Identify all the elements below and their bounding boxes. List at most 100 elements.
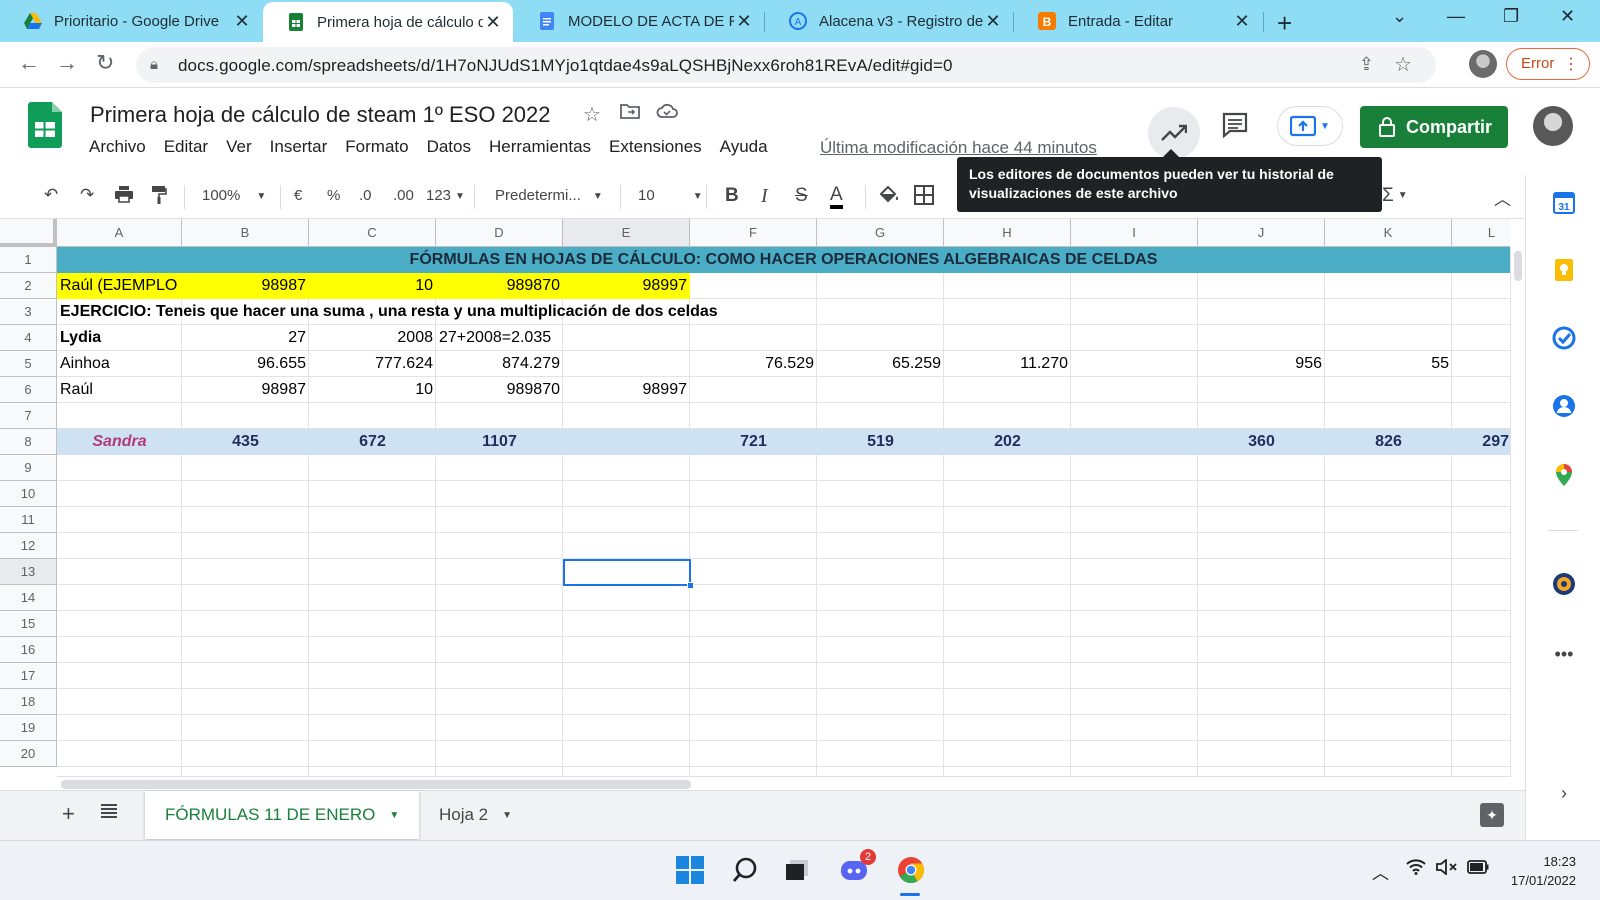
forward-button[interactable]: → — [56, 50, 78, 76]
column-header[interactable]: L — [1452, 219, 1510, 247]
cloud-saved-icon[interactable] — [656, 102, 678, 125]
cell-H8[interactable]: 202 — [944, 429, 1071, 455]
back-button[interactable]: ← — [18, 50, 40, 76]
column-header[interactable]: A — [57, 219, 182, 247]
scroll-thumb[interactable] — [1514, 251, 1522, 281]
row-header[interactable]: 8 — [0, 429, 57, 455]
column-header[interactable]: H — [944, 219, 1071, 247]
column-header[interactable]: K — [1325, 219, 1452, 247]
sheet-tab-formulas[interactable]: FÓRMULAS 11 DE ENERO ▼ — [145, 791, 420, 839]
cell-J5[interactable]: 956 — [1198, 351, 1325, 377]
address-bar[interactable]: 🔒︎ docs.google.com/spreadsheets/d/1H7oNJ… — [136, 47, 1436, 83]
close-window-button[interactable]: ✕ — [1560, 6, 1575, 27]
menu-archivo[interactable]: Archivo — [89, 137, 146, 157]
profile-error-button[interactable]: Error ⋮ — [1506, 48, 1590, 80]
addon-icon[interactable] — [1551, 571, 1577, 597]
cell-D2[interactable]: 989870 — [436, 273, 563, 299]
account-avatar[interactable] — [1533, 106, 1573, 146]
functions-button[interactable]: Σ ▼ — [1382, 185, 1408, 207]
cell-G5[interactable]: 65.259 — [817, 351, 944, 377]
row-header[interactable]: 20 — [0, 741, 57, 767]
cell-D4[interactable]: 27+2008=2.035 — [436, 325, 636, 351]
row-header[interactable]: 19 — [0, 715, 57, 741]
browser-tab-sheets[interactable]: Primera hoja de cálculo de steam ✕ — [263, 2, 513, 42]
scroll-thumb[interactable] — [61, 780, 691, 789]
chrome-icon[interactable] — [894, 853, 928, 896]
browser-tab-drive[interactable]: Prioritario - Google Drive ✕ — [0, 0, 262, 42]
row-header[interactable]: 17 — [0, 663, 57, 689]
menu-herramientas[interactable]: Herramientas — [489, 137, 591, 157]
restore-button[interactable]: ❐ — [1503, 6, 1519, 27]
text-color-button[interactable]: A — [830, 185, 843, 209]
cell-C4[interactable]: 2008 — [309, 325, 436, 351]
menu-ver[interactable]: Ver — [226, 137, 252, 157]
cell-A8[interactable]: Sandra — [57, 429, 182, 455]
minimize-button[interactable]: — — [1447, 6, 1465, 27]
column-header[interactable]: D — [436, 219, 563, 247]
fill-color-icon[interactable] — [878, 185, 900, 210]
selected-cell-E13[interactable] — [563, 559, 691, 586]
undo-icon[interactable]: ↶ — [44, 185, 58, 205]
close-icon[interactable]: ✕ — [232, 11, 252, 32]
cell-A6[interactable]: Raúl — [57, 377, 182, 403]
select-all-corner[interactable] — [0, 219, 57, 247]
font-size-select[interactable]: 10 ▼ — [638, 187, 703, 204]
column-header[interactable]: E — [563, 219, 690, 247]
menu-formato[interactable]: Formato — [345, 137, 408, 157]
bookmark-star-icon[interactable]: ☆ — [1394, 52, 1412, 77]
browser-tab-alacena[interactable]: A Alacena v3 - Registro de Pedidos ✕ — [765, 0, 1013, 42]
cell-B4[interactable]: 27 — [182, 325, 309, 351]
system-clock[interactable]: 18:23 17/01/2022 — [1511, 852, 1576, 890]
menu-ayuda[interactable]: Ayuda — [720, 137, 768, 157]
keep-icon[interactable] — [1551, 257, 1577, 283]
cell-D5[interactable]: 874.279 — [436, 351, 563, 377]
row-header[interactable]: 9 — [0, 455, 57, 481]
row-header[interactable]: 1 — [0, 247, 57, 273]
italic-button[interactable]: I — [761, 185, 768, 208]
wifi-icon[interactable] — [1406, 859, 1426, 880]
row-header[interactable]: 15 — [0, 611, 57, 637]
discord-icon[interactable]: 2 — [838, 849, 876, 887]
currency-format-button[interactable]: € — [294, 187, 302, 204]
sheet-tab-hoja2[interactable]: Hoja 2 ▼ — [419, 791, 532, 839]
cell-H5[interactable]: 11.270 — [944, 351, 1071, 377]
browser-tab-docs[interactable]: MODELO DE ACTA DE REUNIÓN ✕ — [514, 0, 764, 42]
column-header[interactable]: J — [1198, 219, 1325, 247]
paint-format-icon[interactable] — [151, 185, 167, 210]
new-tab-button[interactable]: + — [1277, 8, 1292, 39]
cell-F5[interactable]: 76.529 — [690, 351, 817, 377]
horizontal-scrollbar[interactable] — [57, 776, 1510, 790]
row-header[interactable]: 7 — [0, 403, 57, 429]
tasks-icon[interactable] — [1551, 325, 1577, 351]
row-header[interactable]: 13 — [0, 559, 57, 585]
column-header[interactable]: F — [690, 219, 817, 247]
cell-A4[interactable]: Lydia — [57, 325, 182, 351]
maps-icon[interactable] — [1551, 462, 1577, 488]
share-page-icon[interactable]: ⇪ — [1359, 54, 1374, 75]
cell-J8[interactable]: 360 — [1198, 429, 1325, 455]
menu-extensiones[interactable]: Extensiones — [609, 137, 702, 157]
row-header[interactable]: 3 — [0, 299, 57, 325]
star-icon[interactable]: ☆ — [583, 102, 601, 127]
row-header[interactable]: 2 — [0, 273, 57, 299]
cell-A2[interactable]: Raúl (EJEMPLO — [57, 273, 182, 299]
chevron-up-icon[interactable]: ︿ — [1372, 859, 1389, 884]
menu-datos[interactable]: Datos — [427, 137, 471, 157]
cell-F8[interactable]: 721 — [690, 429, 817, 455]
document-title[interactable]: Primera hoja de cálculo de steam 1º ESO … — [90, 102, 551, 128]
comments-button[interactable] — [1222, 112, 1248, 143]
cell-B5[interactable]: 96.655 — [182, 351, 309, 377]
more-formats-select[interactable]: 123 ▼ — [426, 187, 465, 204]
print-icon[interactable] — [114, 185, 134, 208]
cell-G8[interactable]: 519 — [817, 429, 944, 455]
close-icon[interactable]: ✕ — [983, 11, 1003, 32]
row-header[interactable]: 14 — [0, 585, 57, 611]
present-button[interactable]: ▼ — [1277, 106, 1343, 146]
volume-muted-icon[interactable] — [1436, 858, 1458, 880]
row-header[interactable]: 11 — [0, 507, 57, 533]
calendar-icon[interactable]: 31 — [1551, 190, 1577, 216]
increase-decimal-button[interactable]: .00 — [393, 187, 414, 204]
row-header[interactable]: 4 — [0, 325, 57, 351]
column-header[interactable]: I — [1071, 219, 1198, 247]
cell-B6[interactable]: 98987 — [182, 377, 309, 403]
